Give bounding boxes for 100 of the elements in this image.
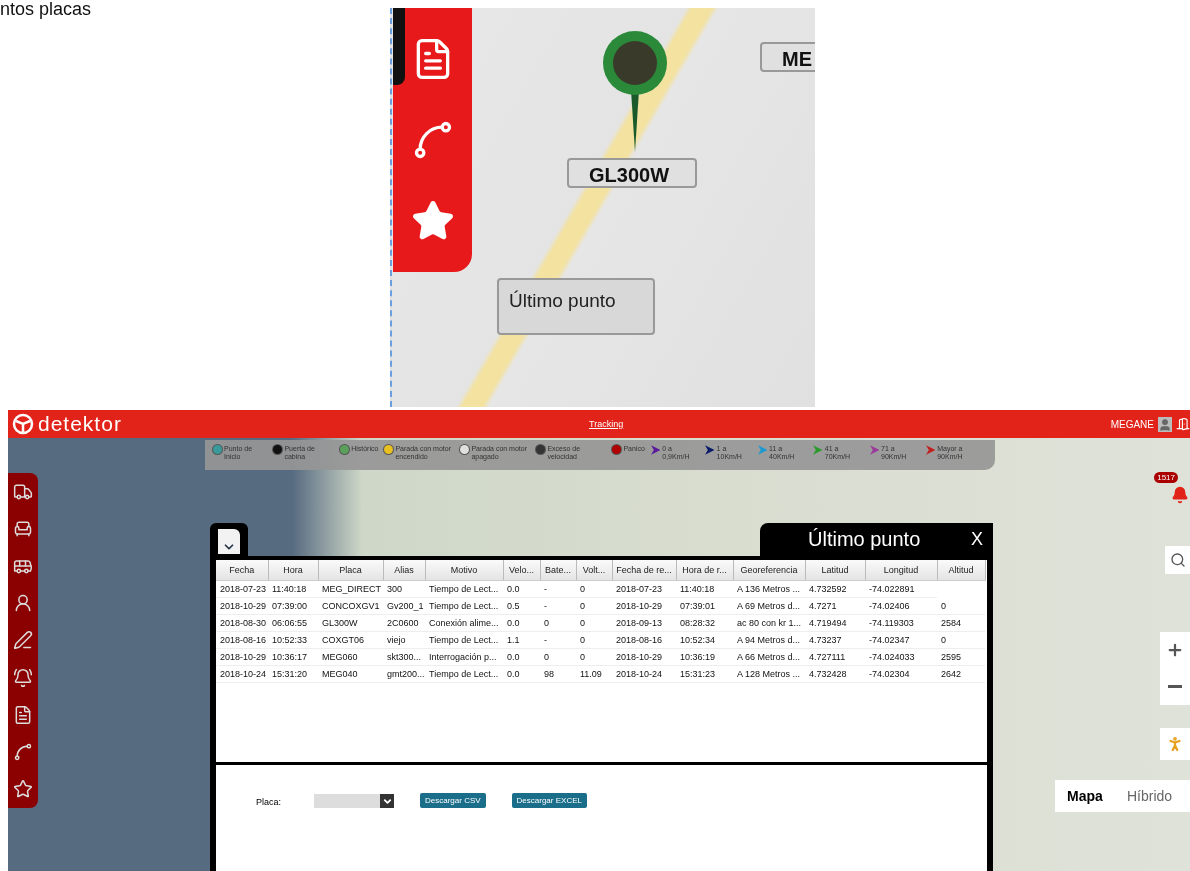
nav-link[interactable]: Tracking (589, 419, 624, 429)
route-icon[interactable] (13, 742, 33, 763)
table-cell: 10:36:17 (268, 648, 318, 666)
table-cell: 2018-10-29 (216, 597, 268, 615)
table-cell: Gv200_1 (383, 597, 425, 615)
table-cell: 2C0600 (383, 614, 425, 632)
table-cell: 10:36:19 (676, 648, 733, 666)
user-name: MEGANE (1110, 418, 1154, 430)
table-cell: 2584 (937, 614, 985, 632)
table-cell: 06:06:55 (268, 614, 318, 632)
table-cell: 10:52:33 (268, 631, 318, 649)
column-header[interactable]: Velo... (503, 560, 540, 581)
table-cell: 4.732428 (805, 665, 865, 683)
table-cell: - (540, 580, 576, 598)
map-type-tab[interactable]: Híbrido (1115, 780, 1190, 812)
table-cell: 0 (576, 597, 612, 615)
table-cell: MEG_DIRECT (318, 580, 383, 598)
table-cell: 0 (576, 580, 612, 598)
column-header[interactable]: Fecha de re... (612, 560, 676, 581)
table-cell: 07:39:00 (268, 597, 318, 615)
download-button[interactable]: Descargar CSV (420, 793, 486, 808)
table-cell: 0 (937, 597, 985, 615)
marker-label: ME (760, 42, 815, 72)
table-cell: 0 (937, 631, 985, 649)
document-icon[interactable] (13, 704, 33, 725)
bell-icon[interactable] (13, 667, 33, 688)
bell-icon[interactable] (1171, 486, 1189, 504)
table-cell: -74.024033 (865, 648, 937, 666)
column-header[interactable]: Hora (268, 560, 318, 581)
table-cell: 11:40:18 (676, 580, 733, 598)
tooltip: Último punto (497, 278, 655, 335)
table-cell: Tiempo de Lect... (425, 580, 503, 598)
table-cell: MEG060 (318, 648, 383, 666)
column-header[interactable]: Bate... (540, 560, 576, 581)
download-button[interactable]: Descargar EXCEL (511, 793, 587, 808)
avatar-icon[interactable] (1158, 416, 1172, 432)
table-cell: 4.727111 (805, 648, 865, 666)
table-cell: MEG040 (318, 665, 383, 683)
table-cell: - (540, 597, 576, 615)
table-cell: -74.02347 (865, 631, 937, 649)
table-cell: A 66 Metros d... (733, 648, 805, 666)
column-header[interactable]: Altitud (937, 560, 985, 581)
column-header[interactable]: Placa (318, 560, 383, 581)
table-cell: 0.5 (503, 597, 540, 615)
table-cell: -74.022891 (865, 580, 937, 598)
table-cell: - (540, 631, 576, 649)
table-cell: 0 (576, 648, 612, 666)
user-icon[interactable] (13, 593, 33, 614)
map-type-tab[interactable]: Mapa (1055, 780, 1115, 812)
column-header[interactable]: Longitud (865, 560, 937, 581)
column-header[interactable]: Hora de r... (676, 560, 733, 581)
door-icon[interactable] (1176, 417, 1190, 431)
table-cell: 0.0 (503, 580, 540, 598)
star-icon[interactable] (13, 779, 33, 800)
column-header[interactable]: Volt... (576, 560, 612, 581)
search-icon (1169, 552, 1186, 568)
logo-icon (12, 413, 34, 435)
table-cell: 10:52:34 (676, 631, 733, 649)
table-cell: 2018-08-30 (216, 614, 268, 632)
table-cell: 4.732592 (805, 580, 865, 598)
table-cell: 11.09 (576, 665, 612, 683)
column-header[interactable]: Fecha (216, 560, 268, 581)
column-header[interactable]: Motivo (425, 560, 503, 581)
table-cell: 4.719494 (805, 614, 865, 632)
table-cell: 300 (383, 580, 425, 598)
table-cell: -74.119303 (865, 614, 937, 632)
table-cell: Tiempo de Lect... (425, 597, 503, 615)
table-cell: 0 (540, 614, 576, 632)
table-cell: 0.0 (503, 614, 540, 632)
table-cell: CONCOXGV1 (318, 597, 383, 615)
table-cell: 4.73237 (805, 631, 865, 649)
table-cell: 0 (540, 648, 576, 666)
column-header[interactable]: Alias (383, 560, 425, 581)
column-header[interactable]: Georeferencia (733, 560, 805, 581)
table-cell: 2018-10-29 (612, 597, 676, 615)
table-cell: 2018-07-23 (216, 580, 268, 598)
table-cell: skt300... (383, 648, 425, 666)
table-cell: 0 (576, 631, 612, 649)
table-cell: viejo (383, 631, 425, 649)
search-button[interactable] (1165, 546, 1190, 574)
table-cell: Conexión alime... (425, 614, 503, 632)
collapse-button[interactable] (218, 529, 240, 554)
table-cell: A 136 Metros ... (733, 580, 805, 598)
table-cell: Interrogación p... (425, 648, 503, 666)
document-text: ntos placas (0, 0, 93, 18)
table-cell: 2018-08-16 (216, 631, 268, 649)
table-cell: ac 80 con kr 1... (733, 614, 805, 632)
table-cell: COXGT06 (318, 631, 383, 649)
table-cell: 0 (576, 614, 612, 632)
placa-select[interactable] (314, 794, 394, 808)
field-label: Placa: (256, 797, 282, 807)
table-cell: -74.02304 (865, 665, 937, 683)
column-header[interactable]: Latitud (805, 560, 865, 581)
close-button[interactable]: X (971, 529, 983, 550)
table-cell: 1.1 (503, 631, 540, 649)
pen-icon[interactable] (13, 630, 33, 651)
table-cell: 0.0 (503, 665, 540, 683)
table-cell: 11:40:18 (268, 580, 318, 598)
table-cell: -74.02406 (865, 597, 937, 615)
table-cell: 2595 (937, 648, 985, 666)
